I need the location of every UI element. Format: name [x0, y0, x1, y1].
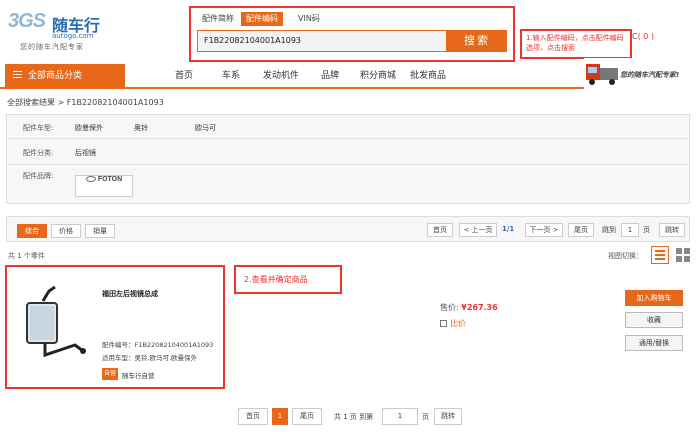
product-title[interactable]: 福田左后视镜总成: [102, 289, 158, 299]
search-tab-vin[interactable]: VIN码: [293, 12, 325, 26]
view-switch-label: 视图切换：: [608, 252, 643, 260]
pager-page-unit: 页: [643, 226, 650, 234]
result-count: 共 1 个零件: [8, 252, 45, 260]
mirror-image: [26, 285, 86, 358]
instruction-note-2: 2.查看并确定商品: [234, 265, 342, 294]
sort-sales[interactable]: 销量: [85, 224, 115, 238]
filter-row-model: 配件车型: 欧曼保外 奥铃 欧马可: [7, 115, 689, 139]
truck-banner: 您的随车汽配专家!: [584, 58, 700, 89]
search-input[interactable]: F1B22082104001A1093: [197, 30, 447, 52]
brand-logo-text: FOTON: [97, 176, 123, 183]
nav-points-mall[interactable]: 积分商城: [360, 64, 396, 89]
list-view-icon[interactable]: [651, 246, 669, 264]
instruction-note-1: 1.输入配件编码，点击配件编码选项，点击搜索: [520, 29, 632, 59]
sort-price[interactable]: 价格: [51, 224, 81, 238]
price-value: ¥267.36: [461, 303, 498, 312]
filter-model-label: 配件车型:: [23, 124, 54, 132]
product-price: 售价: ¥267.36: [440, 302, 498, 313]
bottom-pager-first[interactable]: 首页: [238, 408, 268, 425]
logo-tagline: 您的随车汽配专家: [20, 43, 84, 51]
pager-page-input[interactable]: 1: [621, 223, 639, 237]
product-fitment: 适用车型：奥铃,欧马可,欧曼保外: [102, 354, 198, 362]
add-to-cart-button[interactable]: 加入购物车: [625, 290, 683, 306]
search-tab-part-code[interactable]: 配件编码: [241, 12, 283, 26]
compare-label: 比价: [450, 319, 466, 328]
filter-class-mirror[interactable]: 后视镜: [75, 148, 96, 158]
compare-toggle[interactable]: 比价: [440, 318, 466, 329]
foton-logo-icon: [85, 176, 96, 182]
pager-next[interactable]: 下一页 >: [525, 223, 563, 237]
cart-count: ( 0 ): [637, 32, 655, 41]
filter-model-oman[interactable]: 欧曼保外: [75, 123, 103, 133]
bottom-pager-total: 共 1 页 到第: [334, 413, 374, 421]
all-categories-button[interactable]: 全部商品分类: [5, 64, 125, 89]
bottom-pager-page-1[interactable]: 1: [272, 408, 288, 425]
all-categories-label: 全部商品分类: [28, 71, 83, 81]
banner-slogan: 您的随车汽配专家!: [620, 71, 680, 79]
nav-engine-parts[interactable]: 发动机件: [263, 64, 299, 89]
bottom-pager-last[interactable]: 尾页: [292, 408, 322, 425]
logo-mark: 3GS: [8, 10, 46, 32]
search-button[interactable]: 搜索: [447, 30, 507, 52]
menu-icon: [13, 71, 22, 78]
filter-model-aumark[interactable]: 欧马可: [195, 123, 216, 133]
sort-comprehensive[interactable]: 综合: [17, 224, 47, 238]
bottom-pager-input[interactable]: 1: [382, 408, 418, 425]
price-label: 售价:: [440, 303, 462, 312]
pager-last[interactable]: 尾页: [568, 223, 594, 237]
cart-link[interactable]: C( 0 ): [632, 32, 654, 41]
self-operated-badge: 自营: [102, 368, 118, 380]
pager-current: 1/1: [502, 225, 515, 233]
pager-jump-button[interactable]: 跳转: [659, 223, 685, 237]
bottom-pager-unit: 页: [422, 413, 429, 421]
self-operated-text: 随车行自营: [122, 372, 155, 380]
truck-icon: [586, 64, 618, 85]
search-tab-short-name[interactable]: 配件简称: [197, 12, 239, 26]
nav-home[interactable]: 首页: [175, 64, 193, 89]
sort-bar: 综合 价格 销量 首页 < 上一页 1/1 下一页 > 尾页 跳到 1 页 跳转: [6, 216, 690, 242]
filter-panel: 配件车型: 欧曼保外 奥铃 欧马可 配件分类: 后视镜 配件品牌: FOTON: [6, 114, 690, 204]
filter-model-aoling[interactable]: 奥铃: [134, 123, 148, 133]
pager-first[interactable]: 首页: [427, 223, 453, 237]
pager-goto-label: 跳到: [602, 226, 616, 234]
universal-replace-button[interactable]: 通用/替换: [625, 335, 683, 351]
breadcrumb: 全部搜索结果 > F1B22082104001A1093: [7, 98, 164, 107]
product-card[interactable]: 福田左后视镜总成 配件编号：F1B22082104001A1093 适用车型：奥…: [5, 265, 225, 389]
search-panel: 配件简称 配件编码 VIN码 F1B22082104001A1093 搜索: [189, 6, 515, 62]
filter-row-class: 配件分类: 后视镜: [7, 139, 689, 165]
compare-checkbox[interactable]: [440, 320, 447, 327]
favorite-button[interactable]: 收藏: [625, 312, 683, 328]
filter-brand-label: 配件品牌:: [23, 172, 54, 180]
logo-domain: autogo.com: [52, 32, 94, 40]
filter-class-label: 配件分类:: [23, 149, 54, 157]
brand-logo-foton[interactable]: FOTON: [75, 175, 133, 197]
site-logo[interactable]: 3GS 随车行 autogo.com 您的随车汽配专家: [8, 10, 118, 54]
nav-brand[interactable]: 品牌: [321, 64, 339, 89]
product-code: 配件编号：F1B22082104001A1093: [102, 341, 214, 349]
grid-view-icon[interactable]: [674, 246, 692, 264]
nav-wholesale[interactable]: 批发商品: [410, 64, 446, 89]
bottom-pager-jump[interactable]: 跳转: [434, 408, 462, 425]
pager-prev[interactable]: < 上一页: [459, 223, 497, 237]
nav-series[interactable]: 车系: [222, 64, 240, 89]
